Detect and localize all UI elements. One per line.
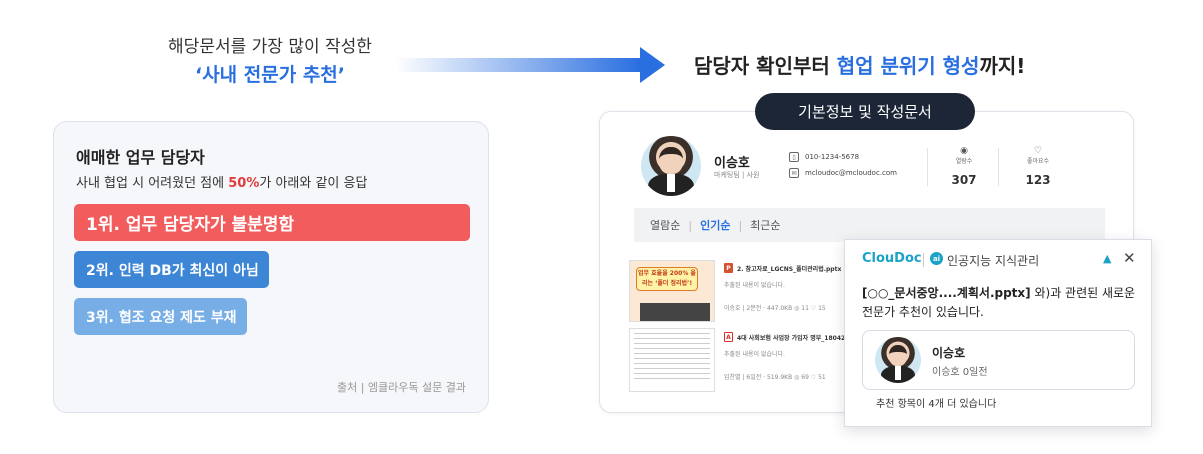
avatar xyxy=(641,136,701,196)
doc-thumbnail[interactable] xyxy=(629,328,715,392)
profile-name: 이승호 xyxy=(714,156,750,171)
profile-phone: ▯ 010-1234-5678 xyxy=(789,152,859,162)
doc-title: 4대 사회보험 사업장 가입자 명부_180427 xyxy=(737,334,850,342)
recommended-expert-card[interactable]: 이승호 이승호 0일전 xyxy=(862,330,1135,390)
rank-3-bar: 3위. 협조 요청 제도 부재 xyxy=(74,298,247,335)
pptx-file-icon: P xyxy=(724,263,733,273)
pdf-file-icon: A xyxy=(724,332,733,342)
stat-value: 307 xyxy=(951,173,977,187)
headline-pre: 담당자 확인부터 xyxy=(694,54,837,78)
eye-icon: ◉ xyxy=(960,146,968,156)
phone-icon: ▯ xyxy=(789,152,799,162)
subtitle-pre: 사내 협업 시 어려웠던 점에 xyxy=(76,176,229,191)
gradient-arrow-icon xyxy=(395,47,665,83)
more-recommendations-link[interactable]: 추천 항목이 4개 더 있습니다 xyxy=(876,395,996,410)
stat-views: ◉ 열람수 307 xyxy=(934,146,994,187)
headline-post: 까지! xyxy=(979,54,1026,78)
left-heading-line1: 해당문서를 가장 많이 작성한 xyxy=(168,37,372,57)
doc-meta: 이승호 | 2분전 · 447.0KB ◎ 11 ♡ 15 xyxy=(724,305,826,312)
expert-name: 이승호 xyxy=(932,346,966,360)
survey-card: 애매한 업무 담당자 사내 협업 시 어려웠던 점에 50%가 아래와 같이 응… xyxy=(53,121,489,413)
doc-item[interactable]: P 2. 참고자료_LGCNS_폴더관리법.pptx 추출된 내용이 없습니다. … xyxy=(724,263,841,312)
tab-views[interactable]: 열람순 xyxy=(650,217,680,233)
doc-meta: 임찬별 | 6일전 · 519.9KB ◎ 69 ♡ 51 xyxy=(724,374,826,381)
tab-popular[interactable]: 인기순 xyxy=(700,217,730,233)
doc-desc: 추출된 내용이 없습니다. xyxy=(724,351,785,358)
avatar xyxy=(875,337,921,383)
rank-2-bar: 2위. 인력 DB가 최신이 아님 xyxy=(74,251,269,288)
subtitle-highlight: 50% xyxy=(228,176,260,191)
doc-desc: 추출된 내용이 없습니다. xyxy=(724,282,785,289)
right-headline: 담당자 확인부터 협업 분위기 형성까지! xyxy=(694,50,1025,79)
profile-dept: 마케팅팀 | 사원 xyxy=(714,171,760,179)
rank-1-bar: 1위. 업무 담당자가 불분명함 xyxy=(74,204,470,241)
stat-value: 123 xyxy=(1025,173,1051,187)
headline-blue: 협업 분위기 형성 xyxy=(836,54,980,78)
doc-thumbnail[interactable]: 업무 효율을 200% 올리는 ‘폴더 정리법’! xyxy=(629,260,715,322)
ai-icon: ai xyxy=(930,252,943,265)
divider xyxy=(927,148,928,186)
survey-title: 애매한 업무 담당자 xyxy=(76,148,205,167)
heart-icon: ♡ xyxy=(1033,146,1043,156)
phone-text: 010-1234-5678 xyxy=(805,153,860,161)
doc-title: 2. 참고자료_LGCNS_폴더관리법.pptx xyxy=(737,265,842,273)
doc-item[interactable]: A 4대 사회보험 사업장 가입자 명부_180427 추출된 내용이 없습니다.… xyxy=(724,332,849,381)
tab-recent[interactable]: 최근순 xyxy=(750,217,780,233)
thumbnail-text: 업무 효율을 200% 올리는 ‘폴더 정리법’! xyxy=(636,267,698,291)
sort-tabs: 열람순 | 인기순 | 최근순 xyxy=(634,208,1105,242)
stat-label: 열람수 xyxy=(955,158,973,165)
profile-email[interactable]: ✉ mcloudoc@mcloudoc.com xyxy=(789,168,897,178)
popup-brand: 인공지능 지식관리 xyxy=(947,254,1040,268)
expert-meta: 이승호 0일전 xyxy=(932,367,988,378)
subtitle-post: 가 아래와 같이 응답 xyxy=(259,176,368,191)
survey-source: 출처 | 엠클라우독 설문 결과 xyxy=(336,381,466,394)
mail-icon: ✉ xyxy=(789,168,799,178)
bell-icon[interactable]: ▲ xyxy=(1103,252,1111,265)
survey-subtitle: 사내 협업 시 어려웠던 점에 50%가 아래와 같이 응답 xyxy=(76,172,367,191)
stat-label: 좋아요수 xyxy=(1026,158,1050,165)
divider xyxy=(998,148,999,186)
stat-likes: ♡ 좋아요수 123 xyxy=(1008,146,1068,187)
popup-message: [○○_문서중앙....계획서.pptx] 와)과 관련된 새로운 전문가 추천… xyxy=(862,284,1144,322)
cloudoc-logo: ClouDoc xyxy=(862,251,922,266)
left-heading-line2: ‘사내 전문가 추천’ xyxy=(194,64,346,86)
recommendation-popup: ClouDoc ai 인공지능 지식관리 ▲ ✕ [○○_문서중앙....계획서… xyxy=(844,239,1152,427)
email-text: mcloudoc@mcloudoc.com xyxy=(805,169,897,177)
close-icon[interactable]: ✕ xyxy=(1123,249,1136,267)
popup-doc-ref[interactable]: [○○_문서중앙....계획서.pptx] xyxy=(862,286,1031,300)
left-heading: 해당문서를 가장 많이 작성한 ‘사내 전문가 추천’ xyxy=(120,34,420,90)
info-pill: 기본정보 및 작성문서 xyxy=(755,93,975,130)
